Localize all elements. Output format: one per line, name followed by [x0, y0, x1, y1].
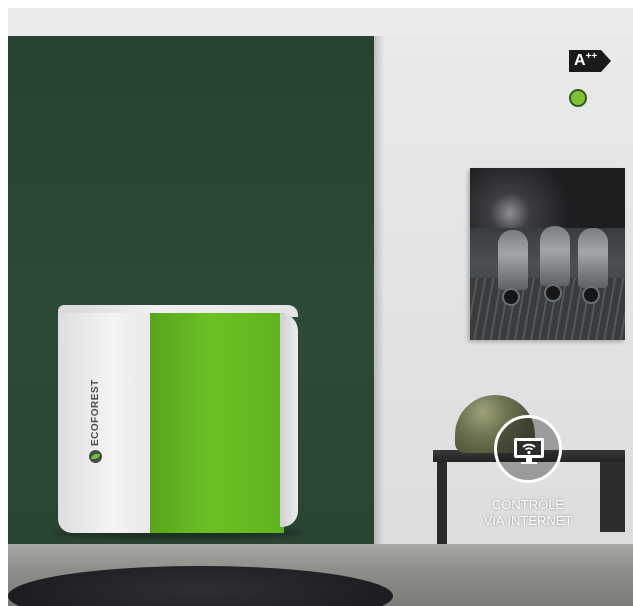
energy-rating-badge: A ++ — [569, 50, 612, 72]
energy-rating-arrow — [601, 50, 612, 72]
unit-green-panel — [150, 313, 284, 533]
shelf-leg — [437, 460, 447, 544]
painting-wheel — [544, 284, 562, 302]
brand-logo: ECOFOREST — [88, 363, 102, 463]
wall-painting — [470, 168, 625, 340]
info-hotspot-dot[interactable] — [569, 89, 587, 107]
brand-name: ECOFOREST — [89, 379, 101, 446]
wall-shadow — [374, 36, 384, 556]
internet-control-feature[interactable]: CONTRÔLE VIA INTERNET — [468, 415, 588, 529]
energy-rating-plus: ++ — [585, 51, 598, 62]
energy-rating-grade: A — [574, 52, 586, 69]
painting-wheel — [582, 286, 600, 304]
ceiling — [8, 8, 633, 36]
feature-label: CONTRÔLE VIA INTERNET — [468, 497, 588, 529]
ecoforest-logo-icon — [88, 450, 102, 463]
unit-white-panel: ECOFOREST — [58, 313, 150, 533]
wifi-monitor-icon — [514, 438, 544, 464]
feature-label-line1: CONTRÔLE — [491, 497, 565, 512]
shelf-side — [600, 462, 625, 532]
painting-scooter — [578, 228, 608, 288]
feature-icon-circle[interactable] — [494, 415, 562, 483]
feature-label-line2: VIA INTERNET — [483, 513, 573, 528]
painting-scooter — [540, 226, 570, 286]
heat-pump-unit: ECOFOREST — [58, 305, 298, 533]
painting-wheel — [502, 288, 520, 306]
energy-rating-tag: A ++ — [569, 50, 602, 72]
painting-scooter — [498, 230, 528, 290]
painting-sky — [470, 168, 625, 228]
unit-side-panel — [280, 313, 298, 527]
